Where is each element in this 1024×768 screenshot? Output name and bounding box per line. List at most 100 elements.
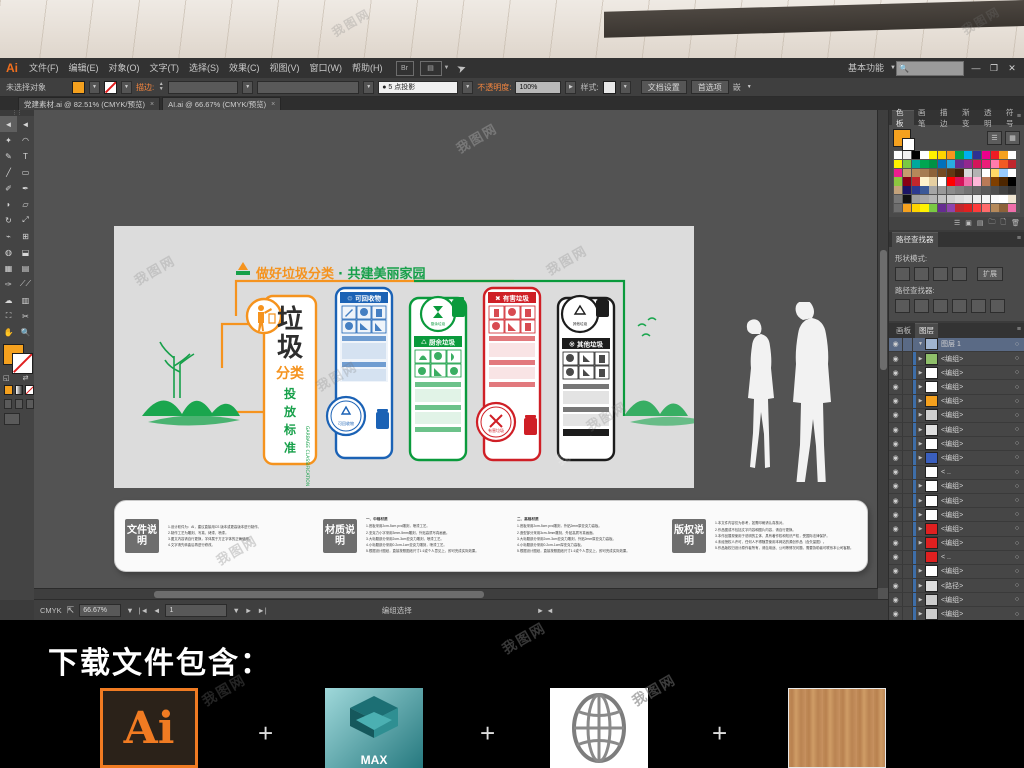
layers-panel-body[interactable]: ◉ ▼ 图层 1 ○ ◉ ▶ <编组> ○ ◉ ▶ <编组> ○ ◉ ▶ <编组> ○ ◉ ▶ <编组> ○ ◉ ▶ <编组… xyxy=(889,337,1024,622)
tab-图层[interactable]: 图层 xyxy=(915,322,938,338)
target-circle-icon[interactable]: ○ xyxy=(1010,511,1024,518)
swatch-cell[interactable] xyxy=(990,151,999,160)
lock-toggle[interactable] xyxy=(902,408,913,422)
target-circle-icon[interactable]: ○ xyxy=(1010,540,1024,547)
blend-tool[interactable]: ⟋⟋ xyxy=(17,276,34,292)
swatch-cell[interactable] xyxy=(929,194,938,204)
zoom-tool[interactable]: 🔍 xyxy=(17,324,34,340)
swatch-cell[interactable] xyxy=(911,168,920,177)
swatch-cell[interactable] xyxy=(920,203,929,212)
swatch-cell[interactable] xyxy=(929,186,938,195)
chevron-down-icon[interactable]: ▼ xyxy=(462,80,474,94)
swatch-cell[interactable] xyxy=(894,159,903,168)
eye-icon[interactable]: ◉ xyxy=(889,440,902,448)
swatch-cell[interactable] xyxy=(964,194,973,204)
target-circle-icon[interactable]: ○ xyxy=(1010,611,1024,618)
menu-select[interactable]: 选择(S) xyxy=(184,58,224,78)
layer-row[interactable]: ◉ ▶ <编组> ○ xyxy=(889,536,1024,551)
perspective-grid-tool[interactable]: ⬓ xyxy=(17,244,34,260)
lock-toggle[interactable] xyxy=(902,352,913,366)
target-circle-icon[interactable]: ○ xyxy=(1010,341,1024,348)
target-circle-icon[interactable]: ○ xyxy=(1010,426,1024,433)
eye-icon[interactable]: ◉ xyxy=(889,610,902,618)
pen-tool[interactable]: ✎ xyxy=(0,148,17,164)
swatch-cell[interactable] xyxy=(894,151,903,160)
swatch-cell[interactable] xyxy=(973,168,982,177)
rectangle-tool[interactable]: ▭ xyxy=(17,164,34,180)
swatch-cell[interactable] xyxy=(955,203,964,212)
scrollbar-thumb[interactable] xyxy=(880,250,887,370)
eye-icon[interactable]: ◉ xyxy=(889,340,902,348)
chevron-down-icon[interactable]: ▶ xyxy=(565,80,577,94)
minus-front-icon[interactable] xyxy=(914,266,929,281)
swatch-cell[interactable] xyxy=(894,186,903,195)
swatch-cell[interactable] xyxy=(1008,168,1017,177)
swatch-cell[interactable] xyxy=(911,203,920,212)
menu-help[interactable]: 帮助(H) xyxy=(347,58,388,78)
swatch-cell[interactable] xyxy=(902,186,911,195)
magic-wand-tool[interactable]: ✦ xyxy=(0,132,17,148)
eye-icon[interactable]: ◉ xyxy=(889,482,902,490)
status-menu-arrow[interactable]: ► ◄ xyxy=(537,606,554,615)
opacity-preset-field[interactable]: ● 5 点投影 xyxy=(378,80,459,94)
chevron-down-icon[interactable]: ▼ xyxy=(745,82,754,93)
swatch-cell[interactable] xyxy=(1008,186,1017,195)
swatch-cell[interactable] xyxy=(911,159,920,168)
eye-icon[interactable]: ◉ xyxy=(889,355,902,363)
lock-toggle[interactable] xyxy=(902,451,913,465)
eyedropper-tool[interactable]: ✑ xyxy=(0,276,17,292)
scrollbar-thumb[interactable] xyxy=(154,591,484,598)
chevron-right-icon[interactable]: ▶ xyxy=(916,568,925,574)
swatch-cell[interactable] xyxy=(920,194,929,204)
chevron-down-icon[interactable]: ▼ xyxy=(916,341,925,347)
swatch-cell[interactable] xyxy=(999,159,1008,168)
swatch-cell[interactable] xyxy=(920,177,929,186)
pencil-tool[interactable]: ✒ xyxy=(17,180,34,196)
target-circle-icon[interactable]: ○ xyxy=(1010,440,1024,447)
chevron-right-icon[interactable]: ▶ xyxy=(916,540,925,546)
swatch-cell[interactable] xyxy=(902,203,911,212)
tab-色板[interactable]: 色板 xyxy=(892,108,914,128)
next-artboard-button[interactable]: ► xyxy=(245,606,252,615)
new-swatch-icon[interactable]: 🗋 xyxy=(1000,218,1006,229)
eye-icon[interactable]: ◉ xyxy=(889,539,902,547)
layer-row[interactable]: ◉ ▶ <编组> ○ xyxy=(889,437,1024,452)
graphic-style-swatch[interactable] xyxy=(602,80,616,94)
swatch-cell[interactable] xyxy=(929,168,938,177)
swatch-cell[interactable] xyxy=(902,168,911,177)
menu-effect[interactable]: 效果(C) xyxy=(224,58,265,78)
layer-row[interactable]: ◉ ▶ <编组> ○ xyxy=(889,366,1024,381)
swatch-cell[interactable] xyxy=(955,159,964,168)
close-icon[interactable]: × xyxy=(150,101,154,108)
swatch-cell[interactable] xyxy=(894,203,903,212)
lock-toggle[interactable] xyxy=(902,394,913,408)
target-circle-icon[interactable]: ○ xyxy=(1010,554,1024,561)
paintbrush-tool[interactable]: ✐ xyxy=(0,180,17,196)
swatch-cell[interactable] xyxy=(946,203,955,212)
target-circle-icon[interactable]: ○ xyxy=(1010,412,1024,419)
menu-edit[interactable]: 编辑(E) xyxy=(64,58,104,78)
target-circle-icon[interactable]: ○ xyxy=(1010,454,1024,461)
swatch-cell[interactable] xyxy=(955,151,964,160)
swatch-cell[interactable] xyxy=(973,186,982,195)
chevron-down-icon[interactable]: ▼ xyxy=(242,80,254,94)
color-button[interactable] xyxy=(4,385,13,395)
eye-icon[interactable]: ◉ xyxy=(889,567,902,575)
layer-row[interactable]: ◉ ▶ <编组> ○ xyxy=(889,352,1024,367)
document-tab-dangjian[interactable]: 党建素材.ai @ 82.51% (CMYK/预览) × xyxy=(18,97,161,111)
chevron-right-icon[interactable]: ▶ xyxy=(916,370,925,376)
menu-view[interactable]: 视图(V) xyxy=(265,58,305,78)
swatch-cell[interactable] xyxy=(937,151,947,160)
swatch-cell[interactable] xyxy=(999,168,1008,177)
swatch-cell[interactable] xyxy=(920,168,929,177)
layer-row[interactable]: ◉ ▶ <编组> ○ xyxy=(889,380,1024,395)
type-tool[interactable]: T xyxy=(17,148,34,164)
selection-tool[interactable]: ◄ xyxy=(0,116,17,132)
target-circle-icon[interactable]: ○ xyxy=(1010,596,1024,603)
close-icon[interactable]: × xyxy=(271,101,275,108)
swatch-libraries-icon[interactable]: ☰ xyxy=(954,219,960,227)
chevron-right-icon[interactable]: ▶ xyxy=(916,412,925,418)
lock-toggle[interactable] xyxy=(902,380,913,394)
intersect-icon[interactable] xyxy=(933,266,948,281)
swatch-cell[interactable] xyxy=(973,203,982,212)
